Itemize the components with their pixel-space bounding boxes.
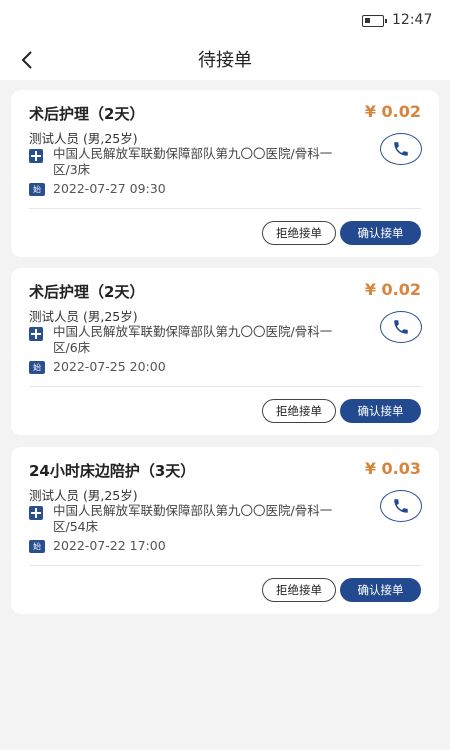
confirm-order-button[interactable]: 确认接单 bbox=[340, 221, 421, 245]
order-card: 术后护理（2天） ¥ 0.02 测试人员 (男,25岁) 中国人民解放军联勤保障… bbox=[11, 268, 439, 435]
status-time: 12:47 bbox=[392, 12, 433, 28]
start-badge: 始 bbox=[29, 361, 45, 374]
divider bbox=[29, 565, 421, 566]
patient-info: 测试人员 (男,25岁) bbox=[29, 131, 138, 146]
order-title: 术后护理（2天） bbox=[29, 105, 145, 123]
call-button[interactable] bbox=[380, 311, 422, 343]
divider bbox=[29, 386, 421, 387]
phone-icon bbox=[394, 499, 408, 513]
call-button[interactable] bbox=[380, 490, 422, 522]
order-price: ¥ 0.02 bbox=[364, 280, 421, 299]
start-time: 2022-07-22 17:00 bbox=[53, 538, 166, 553]
reject-order-button[interactable]: 拒绝接单 bbox=[262, 399, 336, 423]
hospital-icon bbox=[29, 327, 43, 341]
call-button[interactable] bbox=[380, 133, 422, 165]
status-bar: 12:47 bbox=[0, 0, 450, 42]
confirm-order-button[interactable]: 确认接单 bbox=[340, 578, 421, 602]
header: 待接单 bbox=[0, 42, 450, 80]
start-badge: 始 bbox=[29, 540, 45, 553]
phone-icon bbox=[394, 142, 408, 156]
order-title: 术后护理（2天） bbox=[29, 283, 145, 301]
divider bbox=[29, 208, 421, 209]
reject-order-button[interactable]: 拒绝接单 bbox=[262, 578, 336, 602]
reject-order-button[interactable]: 拒绝接单 bbox=[262, 221, 336, 245]
order-title: 24小时床边陪护（3天） bbox=[29, 462, 196, 480]
hospital-location: 中国人民解放军联勤保障部队第九〇〇医院/骨科一区/3床 bbox=[53, 146, 333, 177]
page-title: 待接单 bbox=[198, 50, 252, 71]
hospital-location: 中国人民解放军联勤保障部队第九〇〇医院/骨科一区/6床 bbox=[53, 324, 333, 355]
patient-info: 测试人员 (男,25岁) bbox=[29, 488, 138, 503]
start-time: 2022-07-25 20:00 bbox=[53, 359, 166, 374]
phone-icon bbox=[394, 320, 408, 334]
hospital-icon bbox=[29, 506, 43, 520]
hospital-location: 中国人民解放军联勤保障部队第九〇〇医院/骨科一区/54床 bbox=[53, 503, 333, 534]
order-card: 24小时床边陪护（3天） ¥ 0.03 测试人员 (男,25岁) 中国人民解放军… bbox=[11, 447, 439, 614]
order-card: 术后护理（2天） ¥ 0.02 测试人员 (男,25岁) 中国人民解放军联勤保障… bbox=[11, 90, 439, 257]
order-price: ¥ 0.03 bbox=[364, 459, 421, 478]
confirm-order-button[interactable]: 确认接单 bbox=[340, 399, 421, 423]
battery-icon bbox=[362, 15, 387, 27]
patient-info: 测试人员 (男,25岁) bbox=[29, 309, 138, 324]
hospital-icon bbox=[29, 149, 43, 163]
start-badge: 始 bbox=[29, 183, 45, 196]
start-time: 2022-07-27 09:30 bbox=[53, 181, 166, 196]
order-price: ¥ 0.02 bbox=[364, 102, 421, 121]
